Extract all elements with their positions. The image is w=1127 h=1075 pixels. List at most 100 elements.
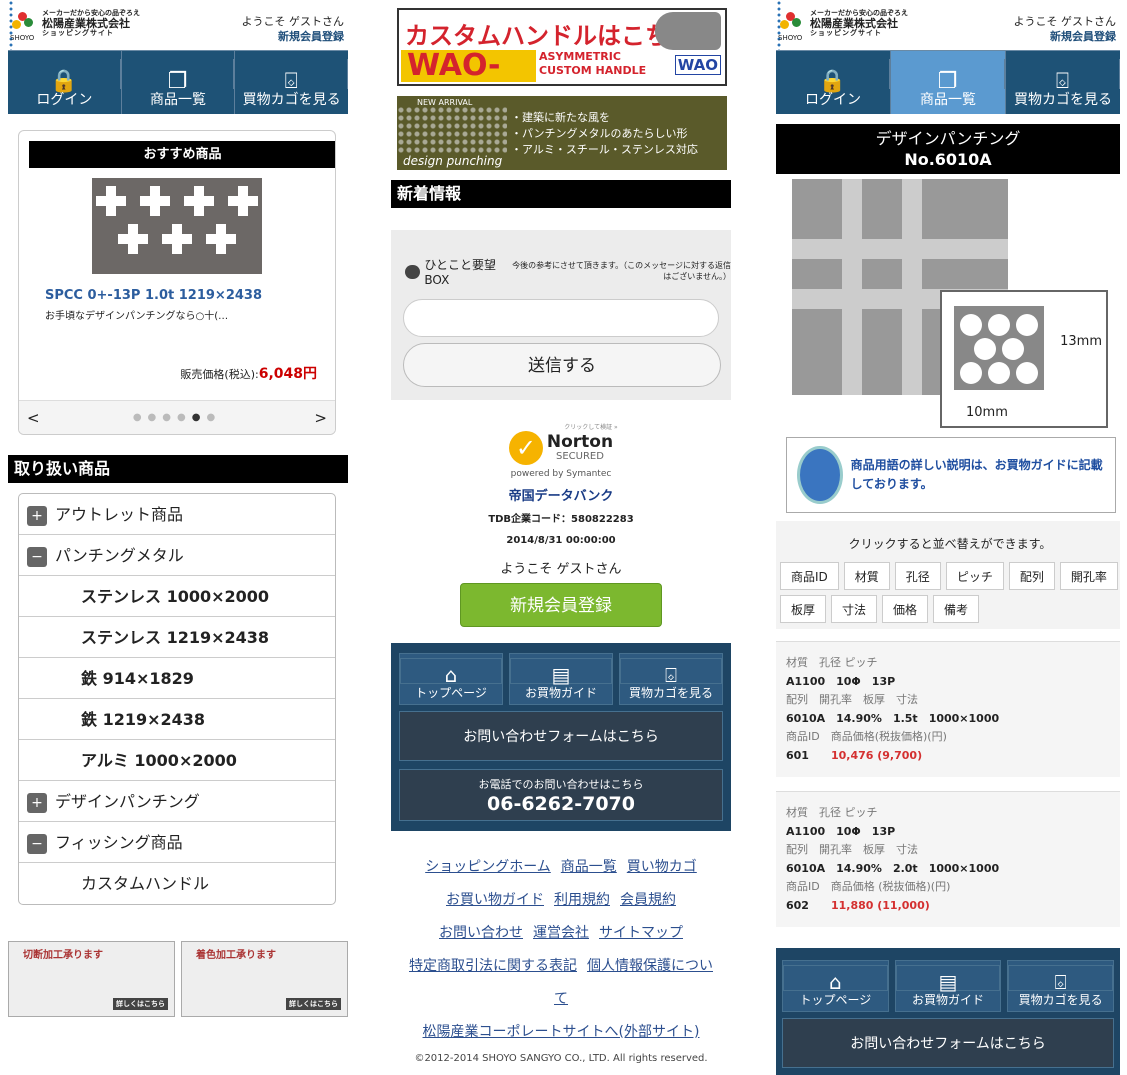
basket-icon: ⌺: [1006, 59, 1120, 94]
nav-cart[interactable]: ⌺ 買物カゴを見る: [235, 51, 349, 114]
subcategory-item[interactable]: アルミ 1000×2000: [19, 740, 335, 781]
news-title: 新着情報: [391, 180, 731, 208]
message-input[interactable]: [403, 299, 719, 337]
norton-seal[interactable]: ✓ Norton SECURED: [508, 431, 613, 465]
nav-products[interactable]: ❐ 商品一覧: [891, 51, 1006, 114]
link[interactable]: て: [554, 991, 568, 1007]
product-row[interactable]: 材質 孔径 ピッチ A1100 10Φ 13P 配列 開孔率 板厚 寸法 6010A…: [776, 791, 1120, 927]
banner-desc1: ASYMMETRIC: [539, 50, 621, 63]
dimension-diagram: 13mm 10mm: [940, 290, 1108, 428]
sort-button[interactable]: 孔径: [894, 562, 941, 590]
link[interactable]: サイトマップ: [599, 925, 683, 941]
logo-text: SHOYO: [10, 33, 35, 42]
category-label: デザインパンチング: [55, 792, 200, 811]
nav-cart[interactable]: ⌺ 買物カゴを見る: [1006, 51, 1120, 114]
nav-label: 買物カゴを見る: [1014, 92, 1112, 108]
link[interactable]: 松陽産業コーポレートサイトへ(外部サイト): [423, 1024, 700, 1040]
link[interactable]: 商品一覧: [561, 859, 617, 875]
link[interactable]: 個人情報保護につい: [587, 958, 713, 974]
contact-form-button[interactable]: お問い合わせフォームはこちら: [399, 711, 723, 761]
category-label: パンチングメタル: [55, 546, 184, 565]
basket-icon: ⌺: [1008, 965, 1114, 994]
guide-banner[interactable]: 商品用語の詳しい説明は、お買物ガイドに記載しております。: [786, 437, 1116, 513]
row-heading: 商品ID 商品価格 (税抜価格)(円): [786, 880, 951, 893]
site-logo[interactable]: SHOYO メーカーだから安心の品ぞろえ 松陽産業株式会社 ショッピングサイト: [778, 9, 908, 42]
category-outlet[interactable]: + アウトレット商品: [19, 494, 335, 535]
sort-button[interactable]: ピッチ: [945, 562, 1004, 590]
sort-button[interactable]: 寸法: [831, 595, 878, 623]
link[interactable]: ショッピングホーム: [425, 859, 551, 875]
cutting-banner[interactable]: 切断加工承ります 詳しくはこちら: [8, 941, 175, 1017]
subcategory-item[interactable]: ステンレス 1219×2438: [19, 617, 335, 658]
phone-button[interactable]: お電話でのお問い合わせはこちら 06-6262-7070: [399, 769, 723, 821]
brand-logo: WAO: [674, 55, 721, 75]
pager-dots[interactable]: ●●●●●●: [133, 412, 221, 423]
footer-guide[interactable]: ▤ お買物ガイド: [894, 960, 1002, 1012]
register-link[interactable]: 新規会員登録: [1014, 29, 1116, 44]
logo-mark: SHOYO: [10, 11, 36, 42]
footer-label: お買物ガイド: [524, 686, 597, 700]
register-link[interactable]: 新規会員登録: [242, 29, 344, 44]
nav-products[interactable]: ❐ 商品一覧: [122, 51, 236, 114]
link[interactable]: 特定商取引法に関する表記: [409, 958, 577, 974]
sort-button[interactable]: 材質: [843, 562, 890, 590]
design-punching-banner[interactable]: NEW ARRIVAL ・建築に新たな風を ・パンチングメタルのあたらしい形 ・アル…: [397, 96, 727, 170]
footer-cart[interactable]: ⌺ 買物カゴを見る: [619, 653, 723, 705]
tdb-date: 2014/8/31 00:00:00: [506, 535, 616, 546]
category-fishing[interactable]: − フィッシング商品: [19, 822, 335, 863]
sort-button[interactable]: 板厚: [780, 595, 827, 623]
footer-nav: ⌂ トップページ ▤ お買物ガイド ⌺ 買物カゴを見る お問い合わせフォームはこちら …: [391, 643, 731, 831]
category-design[interactable]: + デザインパンチング: [19, 781, 335, 822]
link[interactable]: 会員規約: [620, 892, 676, 908]
link[interactable]: 買い物カゴ: [627, 859, 697, 875]
footer-links: ショッピングホーム 商品一覧 買い物カゴ お買い物ガイド 利用規約 会員規約 お問い合わ…: [391, 851, 731, 1049]
nav-login[interactable]: 🔒 ログイン: [8, 51, 122, 114]
custom-handle-banner[interactable]: カスタムハンドルはこちらへ。 WAO-01 ASYMMETRICCUSTOM H…: [397, 8, 727, 86]
powered-text: powered by Symantec: [510, 469, 612, 479]
sort-button[interactable]: 備考: [933, 595, 980, 623]
link[interactable]: 利用規約: [554, 892, 610, 908]
building-icon: [797, 446, 843, 504]
register-button[interactable]: 新規会員登録: [460, 583, 662, 627]
guide-icon: ▤: [895, 965, 1001, 994]
prev-button[interactable]: <: [27, 409, 40, 427]
subcategory-item[interactable]: 鉄 1219×2438: [19, 699, 335, 740]
footer-guide[interactable]: ▤ お買物ガイド: [509, 653, 613, 705]
site-logo[interactable]: SHOYO メーカーだから安心の品ぞろえ 松陽産業株式会社 ショッピングサイト: [10, 9, 140, 42]
detail-grid: [954, 306, 1044, 390]
subcategory-item[interactable]: 鉄 914×1829: [19, 658, 335, 699]
reel-image: [655, 12, 721, 50]
contact-form-button[interactable]: お問い合わせフォームはこちら: [782, 1018, 1114, 1068]
footer-top[interactable]: ⌂ トップページ: [399, 653, 503, 705]
sort-button[interactable]: 商品ID: [780, 562, 839, 590]
link[interactable]: お買い物ガイド: [446, 892, 544, 908]
category-punching[interactable]: − パンチングメタル: [19, 535, 335, 576]
tdb-logo: 帝国データバンク: [508, 489, 614, 504]
footer-cart[interactable]: ⌺ 買物カゴを見る: [1007, 960, 1115, 1012]
row-heading: 配列 開孔率 板厚 寸法: [786, 693, 918, 706]
product-title[interactable]: SPCC 0+-13P 1.0t 1219×2438: [45, 288, 335, 303]
link[interactable]: 運営会社: [533, 925, 589, 941]
link[interactable]: お問い合わせ: [439, 925, 523, 941]
products-section-title: 取り扱い商品: [8, 455, 348, 483]
sort-button[interactable]: 配列: [1008, 562, 1055, 590]
send-button[interactable]: 送信する: [403, 343, 721, 387]
basket-icon: ⌺: [620, 658, 722, 687]
sort-button[interactable]: 開孔率: [1059, 562, 1118, 590]
product-figure: 13mm 10mm: [776, 174, 1120, 428]
product-image[interactable]: [92, 178, 262, 274]
next-button[interactable]: >: [314, 409, 327, 427]
subcategory-item[interactable]: ステンレス 1000×2000: [19, 576, 335, 617]
footer-top[interactable]: ⌂ トップページ: [782, 960, 889, 1012]
sort-button[interactable]: 価格: [882, 595, 929, 623]
price-value: 6,048円: [258, 366, 317, 382]
nav-login[interactable]: 🔒 ログイン: [776, 51, 891, 114]
product-row[interactable]: 材質 孔径 ピッチ A1100 10Φ 13P 配列 開孔率 板厚 寸法 6010A…: [776, 641, 1120, 777]
site-subtitle: ショッピングサイト: [810, 28, 882, 37]
product-id: 602: [786, 898, 809, 912]
logo-mark: SHOYO: [778, 11, 804, 42]
coloring-banner[interactable]: 着色加工承ります 詳しくはこちら: [181, 941, 348, 1017]
subcategory-item[interactable]: カスタムハンドル: [19, 863, 335, 904]
expand-icon: +: [27, 505, 47, 526]
tdb-code: TDB企業コード：580822283: [488, 514, 634, 525]
